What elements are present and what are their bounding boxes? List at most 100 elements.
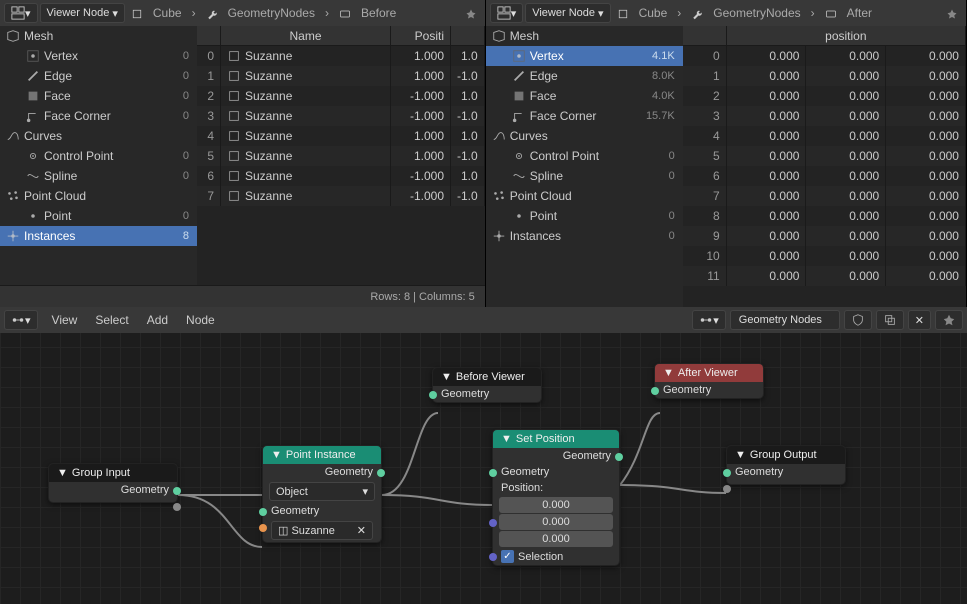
tree-item-spline[interactable]: Spline0 bbox=[0, 166, 197, 186]
socket-geometry-out[interactable]: Geometry bbox=[493, 448, 619, 464]
socket-geometry-in[interactable]: Geometry bbox=[263, 503, 381, 519]
node-set-position[interactable]: ▼Set Position Geometry Geometry Position… bbox=[492, 429, 620, 566]
socket-geometry-in[interactable]: Geometry bbox=[655, 382, 763, 398]
menu-add[interactable]: Add bbox=[143, 311, 172, 329]
pin-icon[interactable] bbox=[935, 310, 963, 330]
tree-item-point[interactable]: Point0 bbox=[0, 206, 197, 226]
menu-view[interactable]: View bbox=[48, 311, 82, 329]
table-row[interactable]: 70.0000.0000.000 bbox=[683, 186, 966, 206]
table-row[interactable]: 50.0000.0000.000 bbox=[683, 146, 966, 166]
tree-item-instances[interactable]: Instances0 bbox=[486, 226, 683, 246]
table-row[interactable]: 2Suzanne-1.0001.0 bbox=[197, 86, 485, 106]
node-canvas[interactable]: ▼Group Input Geometry ▼Point Instance Ge… bbox=[0, 333, 967, 604]
nodegroup-name-field[interactable]: Geometry Nodes bbox=[730, 310, 840, 330]
table-row[interactable]: 3Suzanne-1.000-1.0 bbox=[197, 106, 485, 126]
selection-checkbox[interactable]: ✓ bbox=[501, 550, 514, 563]
node-before-viewer[interactable]: ▼Before Viewer Geometry bbox=[432, 367, 542, 403]
socket-object-in[interactable]: ◫ Suzanne✕ bbox=[263, 519, 381, 542]
crumb-before[interactable]: Before bbox=[357, 6, 400, 20]
tree-item-face[interactable]: Face4.0K bbox=[486, 86, 683, 106]
table-row[interactable]: 80.0000.0000.000 bbox=[683, 206, 966, 226]
socket-geometry-in[interactable]: Geometry bbox=[727, 464, 845, 480]
instance-type-select[interactable]: Object▾ bbox=[269, 482, 375, 501]
crumb-cube[interactable]: Cube bbox=[635, 6, 672, 20]
socket-selection-in[interactable]: ✓Selection bbox=[493, 548, 619, 565]
nodegroup-browse-icon[interactable]: ▾ bbox=[692, 310, 726, 330]
table-row[interactable]: 7Suzanne-1.000-1.0 bbox=[197, 186, 485, 206]
table-row[interactable]: 10.0000.0000.000 bbox=[683, 66, 966, 86]
tree-item-spline[interactable]: Spline0 bbox=[486, 166, 683, 186]
pin-icon[interactable] bbox=[461, 6, 481, 20]
table-row[interactable]: 90.0000.0000.000 bbox=[683, 226, 966, 246]
tree-item-vertex[interactable]: Vertex0 bbox=[0, 46, 197, 66]
menu-node[interactable]: Node bbox=[182, 311, 219, 329]
table-row[interactable]: 6Suzanne-1.0001.0 bbox=[197, 166, 485, 186]
table-row[interactable]: 5Suzanne1.000-1.0 bbox=[197, 146, 485, 166]
socket-blank-in[interactable] bbox=[727, 480, 845, 484]
node-after-viewer[interactable]: ▼After Viewer Geometry bbox=[654, 363, 764, 399]
tree-item-edge[interactable]: Edge0 bbox=[0, 66, 197, 86]
pos-x[interactable]: 0.000 bbox=[499, 497, 613, 513]
col-position[interactable]: position bbox=[727, 26, 966, 45]
tree-item-curves[interactable]: Curves bbox=[486, 126, 683, 146]
table-row[interactable]: 30.0000.0000.000 bbox=[683, 106, 966, 126]
tree-item-mesh[interactable]: Mesh bbox=[0, 26, 197, 46]
socket-geometry-out[interactable]: Geometry bbox=[263, 464, 381, 480]
unlink-icon[interactable]: ✕ bbox=[908, 310, 931, 330]
spreadsheet-left: ▾ Viewer Node ▾ Cube › GeometryNodes › B… bbox=[0, 0, 486, 307]
editor-type-icon[interactable]: ▾ bbox=[490, 3, 524, 23]
crumb-after[interactable]: After bbox=[843, 6, 876, 20]
node-point-instance[interactable]: ▼Point Instance Geometry Object▾ Geometr… bbox=[262, 445, 382, 543]
tree-item-curves[interactable]: Curves bbox=[0, 126, 197, 146]
col-position[interactable]: Positi bbox=[391, 26, 451, 45]
tree-item-point-cloud[interactable]: Point Cloud bbox=[0, 186, 197, 206]
socket-geometry-out[interactable]: Geometry bbox=[49, 482, 177, 498]
socket-geometry-in[interactable]: Geometry bbox=[433, 386, 541, 402]
socket-geometry-in[interactable]: Geometry bbox=[493, 464, 619, 480]
table-row[interactable]: 60.0000.0000.000 bbox=[683, 166, 966, 186]
tree-item-point[interactable]: Point0 bbox=[486, 206, 683, 226]
table-row[interactable]: 40.0000.0000.000 bbox=[683, 126, 966, 146]
pos-y[interactable]: 0.000 bbox=[499, 514, 613, 530]
crumb-geonodes[interactable]: GeometryNodes bbox=[224, 6, 319, 20]
table-row[interactable]: 100.0000.0000.000 bbox=[683, 246, 966, 266]
table-row[interactable]: 20.0000.0000.000 bbox=[683, 86, 966, 106]
left-table: Name Positi 0Suzanne1.0001.01Suzanne1.00… bbox=[197, 26, 485, 285]
tree-item-control-point[interactable]: Control Point0 bbox=[0, 146, 197, 166]
node-group-input[interactable]: ▼Group Input Geometry bbox=[48, 463, 178, 503]
viewer-node-dropdown[interactable]: Viewer Node ▾ bbox=[40, 3, 125, 23]
cube-icon bbox=[127, 6, 147, 20]
duplicate-icon[interactable] bbox=[876, 310, 904, 330]
shield-icon[interactable] bbox=[844, 310, 872, 330]
tree-item-face-corner[interactable]: Face Corner0 bbox=[0, 106, 197, 126]
right-header: ▾ Viewer Node ▾ Cube › GeometryNodes › A… bbox=[486, 0, 966, 26]
tree-item-mesh[interactable]: Mesh bbox=[486, 26, 683, 46]
tree-item-instances[interactable]: Instances8 bbox=[0, 226, 197, 246]
socket-blank-out[interactable] bbox=[49, 498, 177, 502]
clear-icon[interactable]: ✕ bbox=[357, 524, 366, 537]
pos-z[interactable]: 0.000 bbox=[499, 531, 613, 547]
node-group-output[interactable]: ▼Group Output Geometry bbox=[726, 445, 846, 485]
viewer-node-dropdown[interactable]: Viewer Node ▾ bbox=[525, 3, 610, 23]
editor-type-icon[interactable]: ▾ bbox=[4, 310, 38, 330]
table-row[interactable]: 00.0000.0000.000 bbox=[683, 46, 966, 66]
table-row[interactable]: 110.0000.0000.000 bbox=[683, 266, 966, 286]
crumb-geonodes[interactable]: GeometryNodes bbox=[709, 6, 804, 20]
editor-type-icon[interactable]: ▾ bbox=[4, 3, 38, 23]
table-row[interactable]: 1Suzanne1.000-1.0 bbox=[197, 66, 485, 86]
tree-item-face[interactable]: Face0 bbox=[0, 86, 197, 106]
spreadsheet-right: ▾ Viewer Node ▾ Cube › GeometryNodes › A… bbox=[486, 0, 967, 307]
table-row[interactable]: 0Suzanne1.0001.0 bbox=[197, 46, 485, 66]
menu-select[interactable]: Select bbox=[91, 311, 132, 329]
crumb-cube[interactable]: Cube bbox=[149, 6, 186, 20]
node-icon bbox=[821, 6, 841, 20]
pin-icon[interactable] bbox=[942, 6, 962, 20]
tree-item-edge[interactable]: Edge8.0K bbox=[486, 66, 683, 86]
tree-item-vertex[interactable]: Vertex4.1K bbox=[486, 46, 683, 66]
tree-item-control-point[interactable]: Control Point0 bbox=[486, 146, 683, 166]
col-name[interactable]: Name bbox=[221, 26, 391, 45]
tree-item-face-corner[interactable]: Face Corner15.7K bbox=[486, 106, 683, 126]
left-header: ▾ Viewer Node ▾ Cube › GeometryNodes › B… bbox=[0, 0, 485, 26]
table-row[interactable]: 4Suzanne1.0001.0 bbox=[197, 126, 485, 146]
tree-item-point-cloud[interactable]: Point Cloud bbox=[486, 186, 683, 206]
